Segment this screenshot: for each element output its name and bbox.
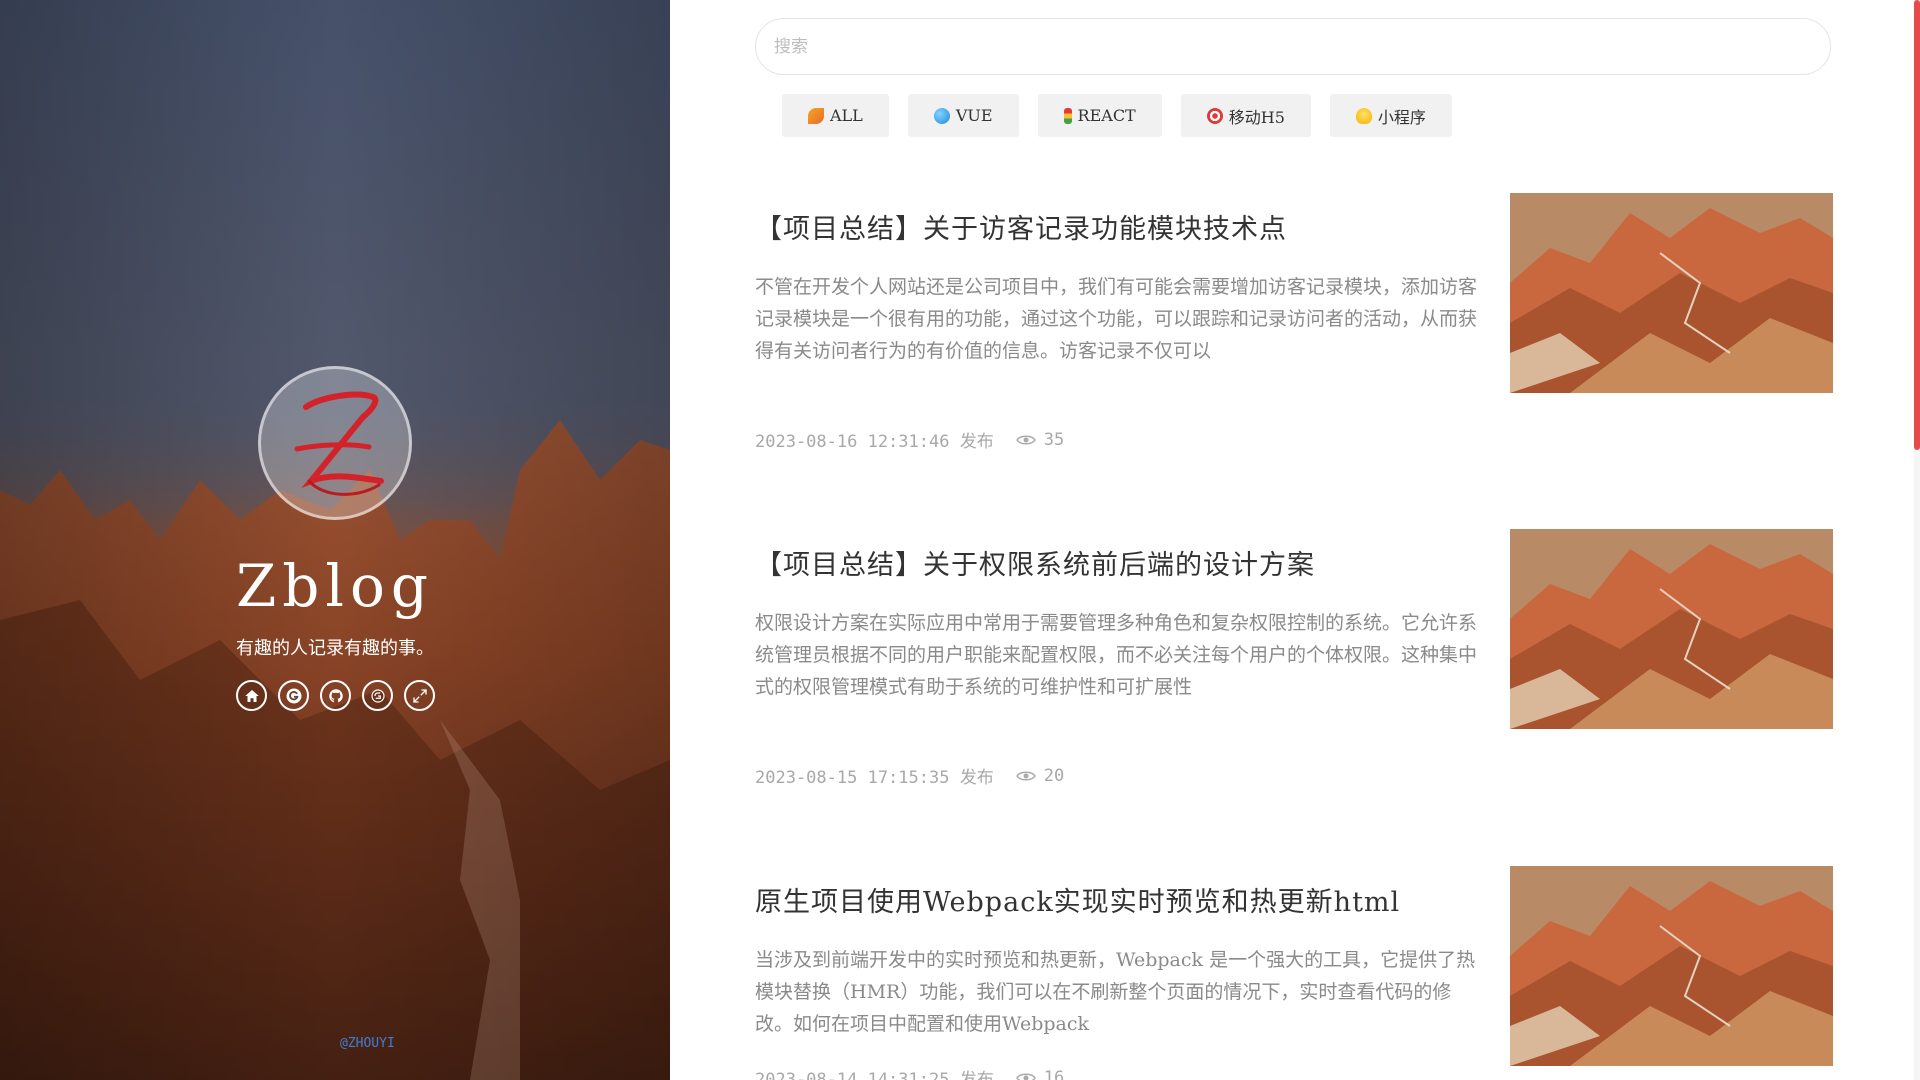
tag-label: REACT [1077,106,1136,125]
post-title[interactable]: 【项目总结】关于访客记录功能模块技术点 [755,207,1287,246]
post-title[interactable]: 【项目总结】关于权限系统前后端的设计方案 [755,543,1315,582]
gitee-icon[interactable] [362,680,393,711]
post-meta: 2023-08-16 12:31:46 发布 35 [755,427,1065,453]
post-thumbnail[interactable] [1510,866,1833,1066]
home-icon[interactable] [236,680,267,711]
target-icon [1206,107,1223,124]
tag-mobile-h5[interactable]: 移动H5 [1180,94,1311,137]
mountain-background [0,0,670,1080]
post-thumbnail[interactable] [1510,193,1833,393]
post-thumbnail[interactable] [1510,529,1833,729]
social-links [236,680,435,711]
scrollbar-thumb[interactable] [1914,0,1920,450]
blog-subtitle: 有趣的人记录有趣的事。 [236,638,434,659]
z-logo-icon [294,391,384,496]
post-meta: 2023-08-15 17:15:35 发布 20 [755,763,1065,789]
leaf-icon [808,107,824,124]
tag-all[interactable]: ALL [782,94,889,137]
globe-icon [933,107,950,124]
tag-filter-bar: ALL VUE REACT 移动H5 小程序 [782,94,1452,137]
github-icon[interactable] [320,680,351,711]
post-meta: 2023-08-14 14:31:25 发布 16 [755,1065,1064,1080]
tag-label: ALL [830,106,863,125]
eye-icon [1015,1073,1036,1080]
tag-vue[interactable]: VUE [907,94,1019,137]
post-date: 2023-08-15 17:15:35 发布 [755,768,994,788]
tag-react[interactable]: REACT [1037,94,1162,137]
blog-title: Zblog [235,552,435,620]
main-content: ALL VUE REACT 移动H5 小程序 【项目总结】关于访客记录功能模块技… [670,0,1920,1080]
post-excerpt: 权限设计方案在实际应用中常用于需要管理多种角色和复杂权限控制的系统。它允许系统管… [755,612,1478,698]
post-views: 35 [1043,429,1065,450]
post-views: 16 [1043,1067,1065,1080]
search-input[interactable] [755,18,1831,75]
scrollbar-track[interactable] [1914,0,1920,1080]
g-icon[interactable] [278,680,309,711]
expand-icon[interactable] [404,680,435,711]
footer-author-link[interactable]: @ZHOUYI [340,1036,395,1051]
post-views: 20 [1043,765,1065,786]
post-excerpt: 不管在开发个人网站还是公司项目中，我们有可能会需要增加访客记录模块，添加访客记录… [755,276,1478,362]
bulb-icon [1355,107,1372,124]
avatar[interactable] [258,366,412,520]
tag-label: VUE [955,106,993,125]
sidebar: Zblog 有趣的人记录有趣的事。 @ZHOUYI [0,0,670,1080]
eye-icon [1015,435,1036,444]
post-date: 2023-08-16 12:31:46 发布 [755,432,994,452]
tag-label: 小程序 [1377,107,1426,127]
traffic-light-icon [1063,107,1072,124]
tag-label: 移动H5 [1228,107,1285,127]
tag-mini-program[interactable]: 小程序 [1329,94,1452,137]
post-excerpt: 当涉及到前端开发中的实时预览和热更新，Webpack 是一个强大的工具，它提供了… [755,949,1476,1035]
post-date: 2023-08-14 14:31:25 发布 [755,1070,994,1080]
post-title[interactable]: 原生项目使用Webpack实现实时预览和热更新html [755,880,1400,919]
eye-icon [1015,771,1036,780]
